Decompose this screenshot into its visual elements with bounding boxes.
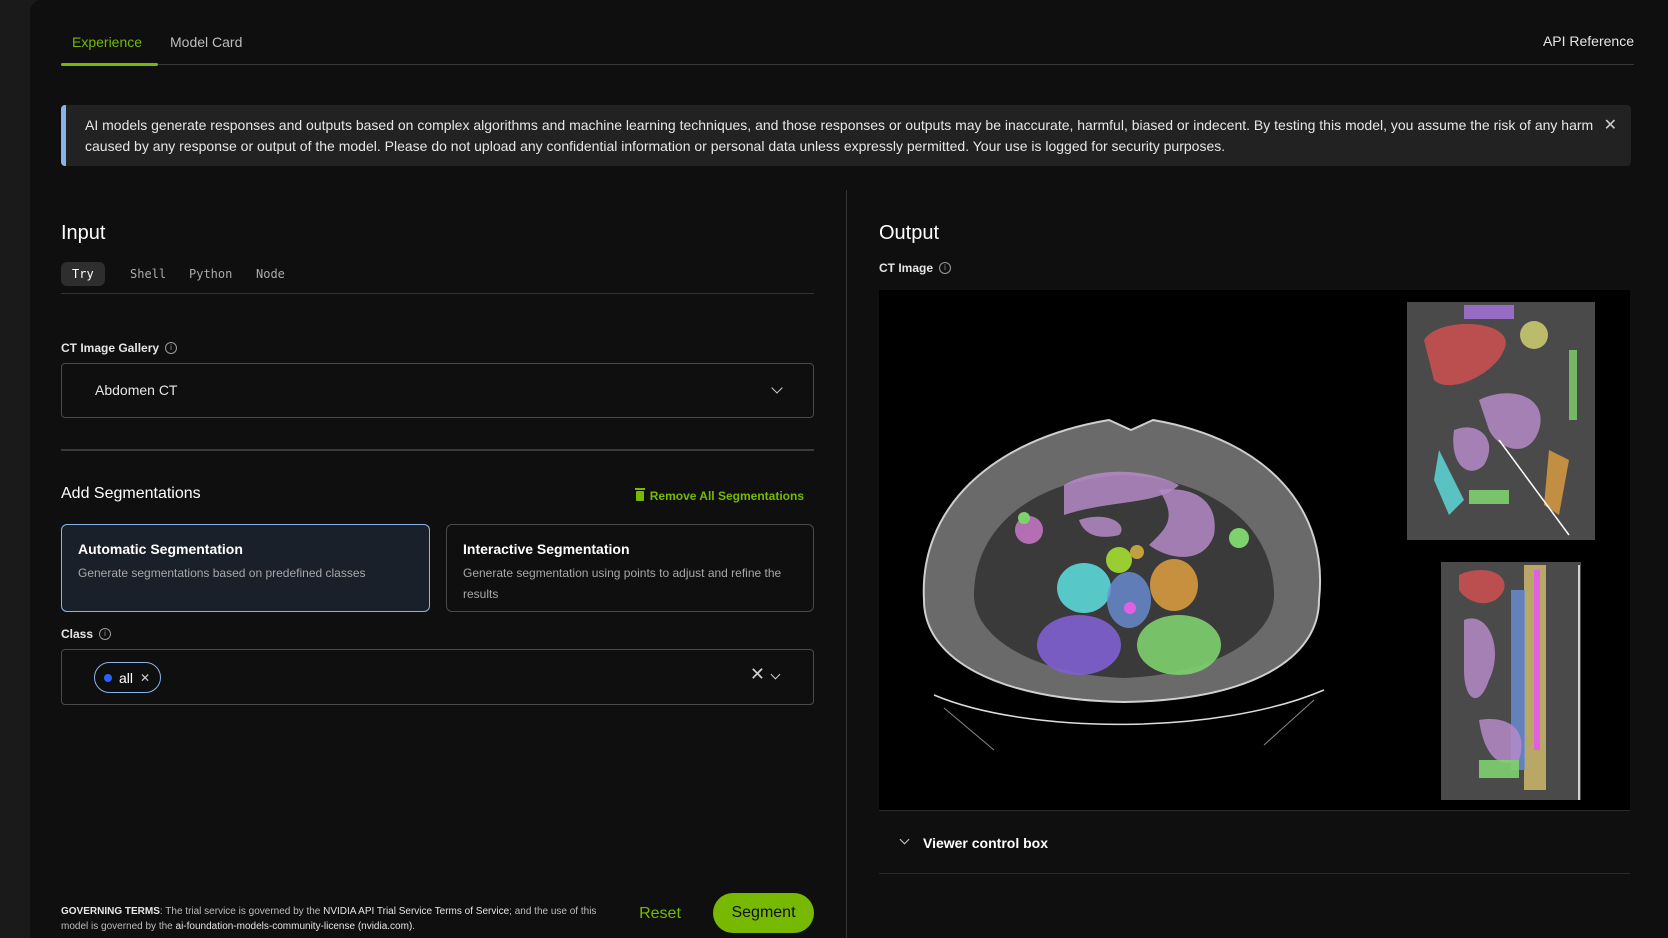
top-tab-bar: Experience Model Card API Reference [61,30,1634,66]
sagittal-view [1441,562,1581,800]
gallery-select[interactable]: Abdomen CT [61,363,814,418]
automatic-segmentation-card[interactable]: Automatic Segmentation Generate segmenta… [61,524,430,612]
tab-try[interactable]: Try [61,262,105,286]
governing-terms: GOVERNING TERMS: The trial service is go… [61,904,616,934]
interactive-segmentation-desc: Generate segmentation using points to ad… [463,566,782,601]
disclaimer-banner: AI models generate responses and outputs… [61,105,1631,166]
banner-accent-bar [61,105,66,166]
remove-chip-icon[interactable]: ✕ [140,671,150,685]
gallery-label: CT Image Gallery [61,341,160,355]
tab-shell[interactable]: Shell [119,262,177,286]
info-icon[interactable]: i [165,342,178,354]
chip-label: all [119,669,134,686]
terms-text: : The trial service is governed by the [159,906,324,917]
remove-all-label: Remove All Segmentations [649,489,804,503]
chevron-down-icon [899,834,910,845]
tab-model-card[interactable]: Model Card [170,34,242,50]
disclaimer-text: AI models generate responses and outputs… [85,117,1594,154]
info-icon[interactable]: i [939,262,952,274]
class-label-row: Class i [61,627,112,641]
interactive-segmentation-card[interactable]: Interactive Segmentation Generate segmen… [446,524,814,612]
viewer-control-box[interactable]: Viewer control box [879,810,1630,874]
gallery-label-row: CT Image Gallery i [61,341,178,355]
tab-node[interactable]: Node [245,262,296,286]
chevron-down-icon[interactable] [770,669,781,680]
add-segmentations-title: Add Segmentations [61,485,201,502]
gallery-selected-value: Abdomen CT [95,382,178,398]
chip-color-dot [104,673,112,682]
tab-python[interactable]: Python [178,262,243,286]
output-title: Output [879,222,940,244]
ct-image-label: CT Image [879,261,934,275]
reset-button[interactable]: Reset [625,894,695,934]
coronal-view [1407,302,1595,540]
automatic-segmentation-desc: Generate segmentations based on predefin… [78,566,366,580]
ct-image-viewer[interactable] [879,290,1630,810]
remove-all-segmentations-button[interactable]: Remove All Segmentations [634,488,804,503]
ct-scan-image [922,302,1595,800]
terms-of-service-link[interactable]: NVIDIA API Trial Service Terms of Servic… [323,906,509,917]
class-chip-all: all ✕ [94,662,162,693]
class-label: Class [61,627,94,641]
segment-button[interactable]: Segment [713,893,814,933]
active-tab-indicator [61,63,158,66]
class-multiselect[interactable]: all ✕ ✕ [61,649,814,705]
interactive-segmentation-title: Interactive Segmentation [463,541,630,557]
ct-image-label-row: CT Image i [879,261,952,275]
trash-icon [634,488,645,501]
section-separator [61,449,814,451]
code-tab-bar: Try Shell Python Node [61,262,814,294]
tab-experience[interactable]: Experience [72,34,142,50]
chevron-down-icon [771,382,783,394]
viewer-control-label: Viewer control box [923,835,1048,851]
input-title: Input [61,222,106,244]
column-divider [846,190,847,938]
clear-icon[interactable]: ✕ [750,664,765,685]
terms-heading: GOVERNING TERMS [61,906,160,917]
axial-view [922,418,1325,751]
license-link[interactable]: ai-foundation-models-community-license (… [176,921,413,932]
terms-text: . [412,921,416,932]
api-reference-link[interactable]: API Reference [1543,33,1634,49]
close-icon[interactable]: ✕ [1604,115,1617,135]
automatic-segmentation-title: Automatic Segmentation [78,541,243,557]
info-icon[interactable]: i [99,628,112,640]
